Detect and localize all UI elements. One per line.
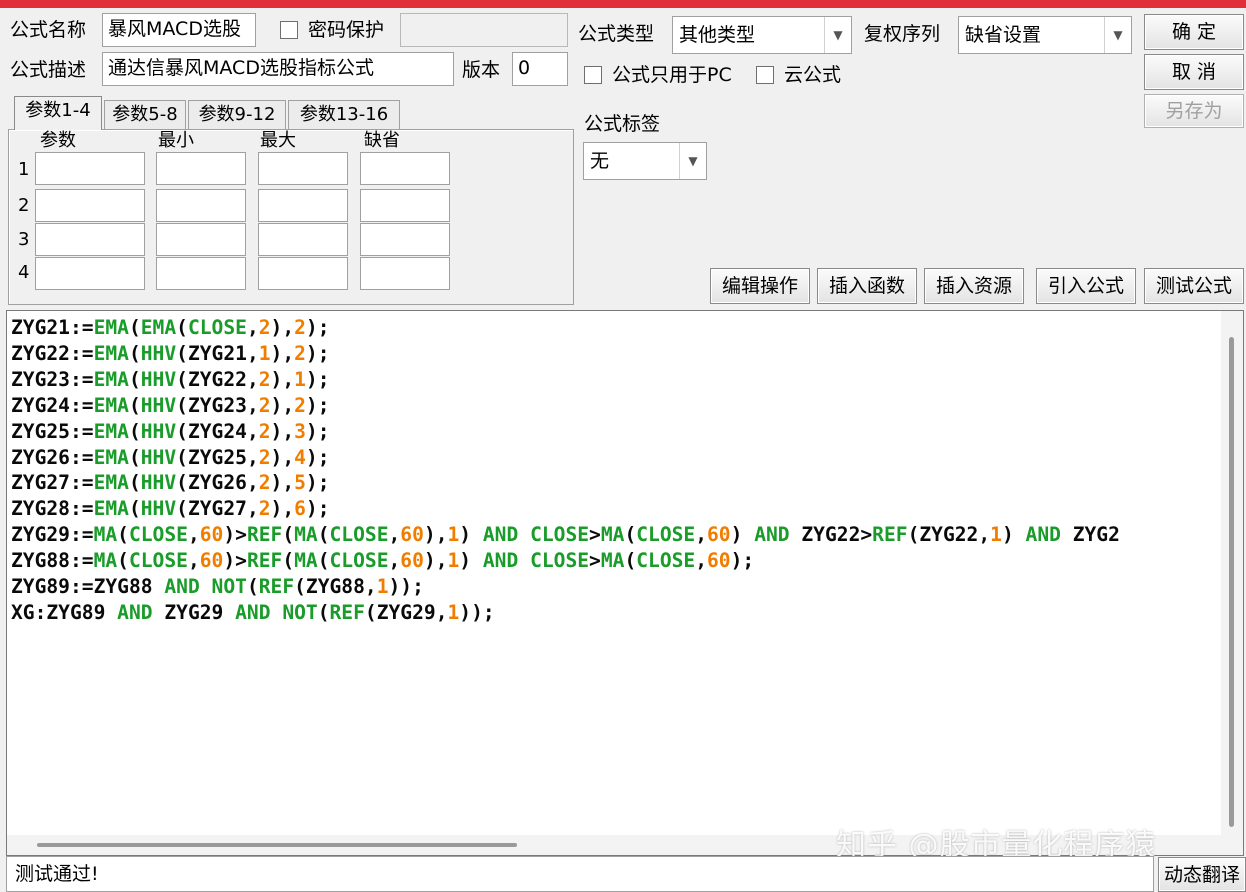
code-line[interactable]: ZYG89:=ZYG88 AND NOT(REF(ZYG88,1)); (11, 574, 1120, 600)
version-label: 版本 (462, 59, 501, 81)
vertical-scrollbar[interactable] (1221, 311, 1243, 855)
param-1-name[interactable] (35, 152, 145, 185)
code-line[interactable]: ZYG88:=MA(CLOSE,60)>REF(MA(CLOSE,60),1) … (11, 548, 1120, 574)
param-header-max: 最大 (260, 130, 296, 151)
rights-label: 复权序列 (864, 23, 941, 45)
cloud-label: 云公式 (784, 64, 842, 86)
param-3-max[interactable] (258, 223, 348, 256)
test-formula-button[interactable]: 测试公式 (1144, 268, 1244, 304)
param-row-number: 4 (18, 262, 30, 283)
param-1-max[interactable] (258, 152, 348, 185)
insert-resource-button[interactable]: 插入资源 (924, 268, 1024, 304)
formula-tag-select[interactable]: 无 ▼ (583, 142, 707, 180)
chevron-down-icon: ▼ (824, 17, 851, 53)
formula-tag-value: 无 (590, 150, 610, 172)
param-row-number: 2 (18, 195, 30, 216)
code-line[interactable]: ZYG24:=EMA(HHV(ZYG23,2),2); (11, 393, 1120, 419)
param-row-number: 1 (18, 159, 30, 180)
param-2-name[interactable] (35, 189, 145, 222)
password-checkbox[interactable] (280, 21, 298, 39)
window-title-bar (0, 0, 1246, 8)
param-4-name[interactable] (35, 257, 145, 290)
chevron-down-icon: ▼ (679, 143, 706, 179)
formula-editor[interactable]: ZYG21:=EMA(EMA(CLOSE,2),2); ZYG22:=EMA(HH… (6, 310, 1244, 856)
password-input[interactable] (400, 13, 568, 47)
formula-type-select[interactable]: 其他类型 ▼ (672, 16, 852, 54)
param-header-name: 参数 (40, 130, 76, 151)
code-line[interactable]: ZYG29:=MA(CLOSE,60)>REF(MA(CLOSE,60),1) … (11, 522, 1120, 548)
formula-tag-label: 公式标签 (584, 113, 661, 135)
edit-ops-button[interactable]: 编辑操作 (710, 268, 810, 304)
pc-only-label: 公式只用于PC (612, 64, 732, 86)
param-header-min: 最小 (158, 130, 194, 151)
param-2-default[interactable] (360, 189, 450, 222)
import-formula-button[interactable]: 引入公式 (1036, 268, 1136, 304)
formula-desc-label: 公式描述 (10, 59, 87, 81)
code-line[interactable]: ZYG21:=EMA(EMA(CLOSE,2),2); (11, 315, 1120, 341)
param-row-number: 3 (18, 229, 30, 250)
param-3-min[interactable] (156, 223, 246, 256)
param-3-name[interactable] (35, 223, 145, 256)
param-2-max[interactable] (258, 189, 348, 222)
rights-value: 缺省设置 (965, 24, 1042, 46)
password-label: 密码保护 (308, 19, 385, 41)
rights-select[interactable]: 缺省设置 ▼ (958, 16, 1132, 54)
param-2-min[interactable] (156, 189, 246, 222)
code-line[interactable]: ZYG28:=EMA(HHV(ZYG27,2),6); (11, 496, 1120, 522)
code-line[interactable]: ZYG27:=EMA(HHV(ZYG26,2),5); (11, 470, 1120, 496)
formula-type-value: 其他类型 (679, 24, 756, 46)
formula-name-input[interactable]: 暴风MACD选股 (102, 13, 256, 47)
ok-button[interactable]: 确 定 (1144, 14, 1244, 50)
tab-params-9-12[interactable]: 参数9-12 (188, 100, 286, 130)
formula-name-label: 公式名称 (10, 19, 87, 41)
param-4-min[interactable] (156, 257, 246, 290)
code-line[interactable]: ZYG25:=EMA(HHV(ZYG24,2),3); (11, 419, 1120, 445)
pc-only-checkbox[interactable] (584, 66, 602, 84)
param-1-default[interactable] (360, 152, 450, 185)
dynamic-translate-button[interactable]: 动态翻译 (1158, 857, 1246, 892)
cancel-button[interactable]: 取 消 (1144, 54, 1244, 90)
param-4-default[interactable] (360, 257, 450, 290)
formula-type-label: 公式类型 (578, 23, 655, 45)
insert-function-button[interactable]: 插入函数 (817, 268, 917, 304)
version-input[interactable]: 0 (512, 52, 568, 86)
status-message: 测试通过! (6, 856, 1154, 892)
param-3-default[interactable] (360, 223, 450, 256)
save-as-button[interactable]: 另存为 (1144, 94, 1244, 128)
code-line[interactable]: ZYG26:=EMA(HHV(ZYG25,2),4); (11, 445, 1120, 471)
formula-desc-input[interactable]: 通达信暴风MACD选股指标公式 (102, 52, 454, 86)
chevron-down-icon: ▼ (1104, 17, 1131, 53)
tab-params-1-4[interactable]: 参数1-4 (14, 96, 102, 130)
param-4-max[interactable] (258, 257, 348, 290)
horizontal-scroll-thumb[interactable] (37, 843, 517, 847)
param-header-default: 缺省 (364, 130, 400, 151)
param-1-min[interactable] (156, 152, 246, 185)
code-line[interactable]: XG:ZYG89 AND ZYG29 AND NOT(REF(ZYG29,1))… (11, 600, 1120, 626)
code-line[interactable]: ZYG23:=EMA(HHV(ZYG22,2),1); (11, 367, 1120, 393)
vertical-scroll-thumb[interactable] (1229, 337, 1234, 827)
code-line[interactable]: ZYG22:=EMA(HHV(ZYG21,1),2); (11, 341, 1120, 367)
tab-params-13-16[interactable]: 参数13-16 (288, 100, 400, 130)
tab-params-5-8[interactable]: 参数5-8 (104, 100, 186, 130)
cloud-checkbox[interactable] (756, 66, 774, 84)
formula-code[interactable]: ZYG21:=EMA(EMA(CLOSE,2),2); ZYG22:=EMA(HH… (11, 315, 1120, 626)
